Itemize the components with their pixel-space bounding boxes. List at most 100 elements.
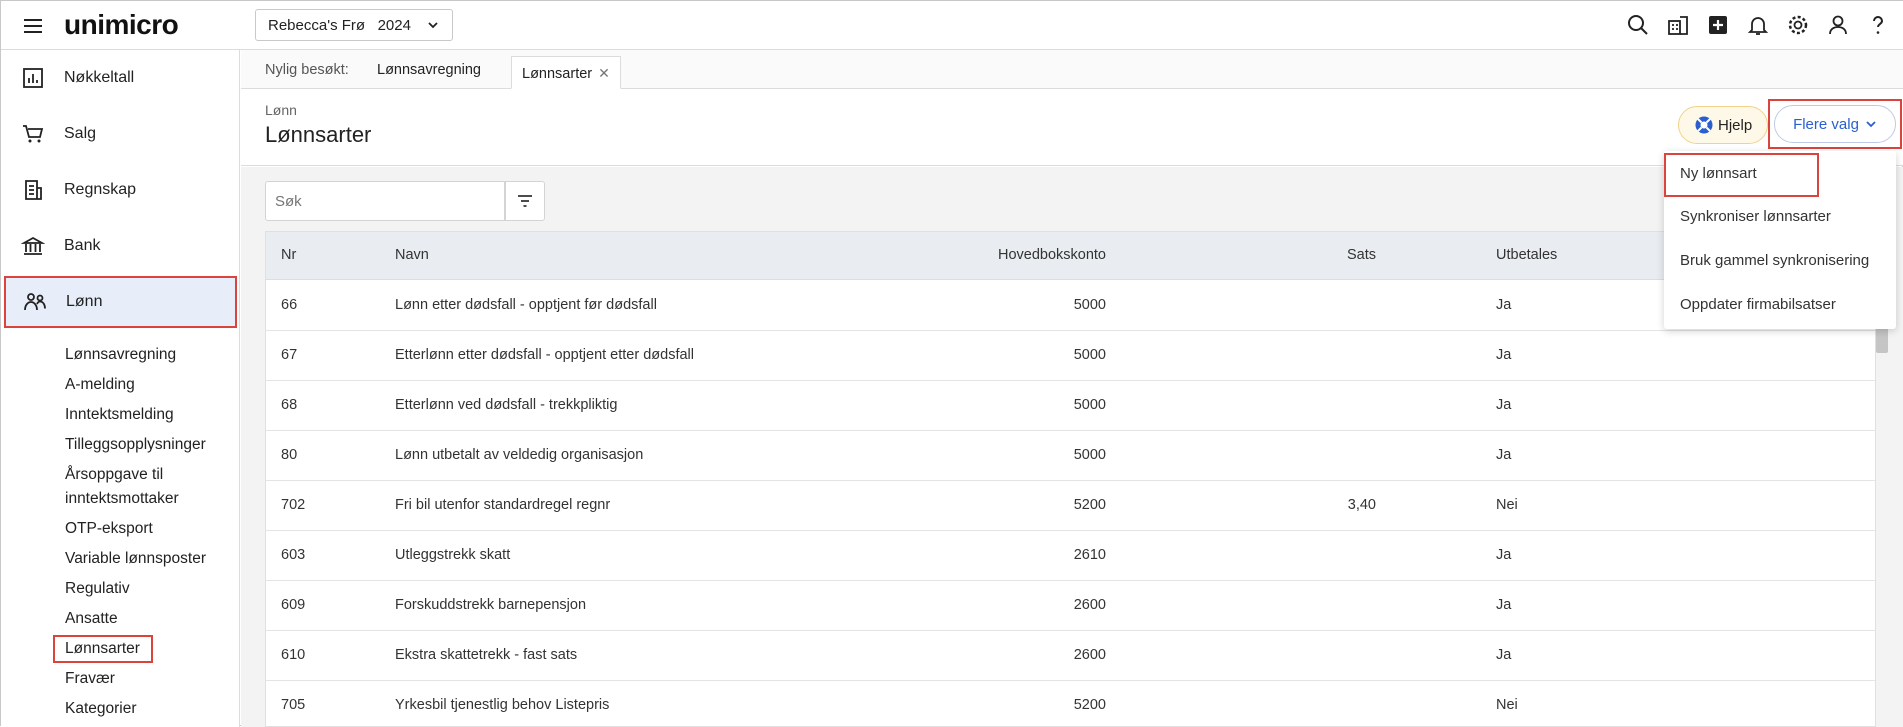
company-selector[interactable]: Rebecca's Frø 2024 [255,9,453,41]
people-icon [23,290,47,314]
menu-item-synkroniser-lonnsarter[interactable]: Synkroniser lønnsarter [1664,196,1896,240]
table-row[interactable]: 68 Etterlønn ved dødsfall - trekkpliktig… [266,381,1875,431]
table-row[interactable]: 66 Lønn etter dødsfall - opptjent før dø… [266,281,1875,331]
cell-nr: 67 [281,347,298,363]
hamburger-menu-icon[interactable] [21,14,45,38]
bell-icon[interactable] [1746,13,1770,37]
sidebar: Nøkkeltall Salg Regnskap Bank Lønn Lønns… [1,50,240,727]
sidebar-subitem-inntektsmelding[interactable]: Inntektsmelding [65,403,174,427]
tab-lonnsarter[interactable]: Lønnsarter ✕ [511,56,621,89]
sidebar-item-lonn[interactable]: Lønn [4,276,237,328]
table-row[interactable]: 705 Yrkesbil tjenestlig behov Listepris … [266,681,1875,726]
help-icon[interactable] [1866,13,1890,37]
sidebar-subitem-regulativ[interactable]: Regulativ [65,577,130,601]
building-icon[interactable] [1666,13,1690,37]
cell-navn: Forskuddstrekk barnepensjon [395,597,587,613]
menu-item-bruk-gammel-synkronisering[interactable]: Bruk gammel synkronisering [1664,240,1896,284]
cell-navn: Utleggstrekk skatt [395,547,511,563]
table-row[interactable]: 609 Forskuddstrekk barnepensjon 2600 Ja [266,581,1875,631]
close-icon[interactable]: ✕ [598,65,610,82]
sidebar-subitem-arsoppgave[interactable]: Årsoppgave til [65,463,163,487]
table-row[interactable]: 80 Lønn utbetalt av veldedig organisasjo… [266,431,1875,481]
sidebar-item-label: Salg [64,125,97,142]
table-row[interactable]: 702 Fri bil utenfor standardregel regnr … [266,481,1875,531]
more-options-button[interactable]: Flere valg [1774,105,1896,143]
cell-konto: 5200 [1073,697,1106,713]
vertical-scrollbar[interactable] [1876,326,1888,353]
cell-navn: Fri bil utenfor standardregel regnr [395,497,611,513]
cell-utbetales: Ja [1496,397,1512,413]
cell-navn: Etterlønn ved dødsfall - trekkpliktig [395,397,618,413]
page-title: Lønnsarter [265,122,372,147]
page-header: Lønn Lønnsarter Hjelp Flere valg [241,89,1903,166]
column-header-hovedbokskonto[interactable]: Hovedbokskonto [836,247,1106,263]
cell-konto: 5000 [1073,397,1106,413]
sidebar-item-nokkeltall[interactable]: Nøkkeltall [1,50,240,106]
chevron-down-icon [1865,118,1877,130]
cell-sats: 3,40 [1347,497,1376,513]
sidebar-subitem-variable-lonnsposter[interactable]: Variable lønnsposter [65,547,206,571]
top-bar: unimicro Rebecca's Frø 2024 [1,1,1903,50]
breadcrumb[interactable]: Lønn [265,102,297,118]
sidebar-item-label: Nøkkeltall [64,69,135,86]
plus-square-icon[interactable] [1706,13,1730,37]
table-row[interactable]: 610 Ekstra skattetrekk - fast sats 2600 … [266,631,1875,681]
app-logo[interactable]: unimicro [64,9,179,41]
cell-navn: Etterlønn etter dødsfall - opptjent ette… [395,347,694,363]
menu-item-ny-lonnsart[interactable]: Ny lønnsart [1664,153,1819,197]
lifebuoy-icon [1694,115,1714,135]
cell-nr: 702 [281,497,306,513]
cell-konto: 2610 [1073,547,1106,563]
recent-label: Nylig besøkt: [265,62,349,78]
sidebar-item-regnskap[interactable]: Regnskap [1,162,240,218]
ledger-icon [21,178,45,202]
cell-nr: 80 [281,447,298,463]
column-header-utbetales[interactable]: Utbetales [1496,247,1557,263]
chevron-down-icon [426,18,440,32]
search-input[interactable] [265,181,505,221]
tab-label: Lønnsarter [522,66,593,82]
sidebar-item-label: Bank [64,237,101,254]
search-icon[interactable] [1626,13,1650,37]
cell-konto: 5000 [1073,347,1106,363]
filter-button[interactable] [505,181,545,221]
tab-lonnsavregning[interactable]: Lønnsavregning [377,62,481,78]
cell-utbetales: Ja [1496,547,1512,563]
sidebar-subitem-tilleggsopplysninger[interactable]: Tilleggsopplysninger [65,433,206,457]
sidebar-subitem-lonnsarter[interactable]: Lønnsarter [53,635,153,663]
sidebar-item-salg[interactable]: Salg [1,106,240,162]
sidebar-subitem-ansatte[interactable]: Ansatte [65,607,118,631]
cell-konto: 5200 [1073,497,1106,513]
more-options-dropdown: Ny lønnsart Synkroniser lønnsarter Bruk … [1664,151,1896,329]
column-header-nr[interactable]: Nr [281,247,296,263]
sidebar-subitem-lonnsavregning[interactable]: Lønnsavregning [65,343,176,367]
sidebar-item-label: Regnskap [64,181,137,198]
table-header: Nr Navn Hovedbokskonto Sats Utbetales [266,232,1875,280]
table-row[interactable]: 67 Etterlønn etter dødsfall - opptjent e… [266,331,1875,381]
cell-nr: 66 [281,297,298,313]
cell-nr: 610 [281,647,306,663]
gear-icon[interactable] [1786,13,1810,37]
table-row[interactable]: 603 Utleggstrekk skatt 2610 Ja [266,531,1875,581]
cell-konto: 5000 [1073,447,1106,463]
sidebar-subitem-a-melding[interactable]: A-melding [65,373,135,397]
help-label: Hjelp [1718,116,1753,134]
sidebar-item-label: Lønn [66,293,103,310]
cell-utbetales: Ja [1496,347,1512,363]
column-header-sats[interactable]: Sats [1166,247,1376,263]
cell-utbetales: Ja [1496,597,1512,613]
help-button[interactable]: Hjelp [1678,106,1768,144]
more-options-label: Flere valg [1793,115,1859,133]
bank-icon [21,234,45,258]
sidebar-subitem-fravaer[interactable]: Fravær [65,667,115,691]
column-header-navn[interactable]: Navn [395,247,429,263]
sidebar-subitem-otp-eksport[interactable]: OTP-eksport [65,517,153,541]
sidebar-item-bank[interactable]: Bank [1,218,240,274]
cell-utbetales: Ja [1496,447,1512,463]
menu-item-oppdater-firmabilsatser[interactable]: Oppdater firmabilsatser [1664,284,1896,328]
cell-nr: 68 [281,397,298,413]
sidebar-subitem-kategorier[interactable]: Kategorier [65,697,137,721]
user-icon[interactable] [1826,13,1850,37]
sidebar-subitem-arsoppgave-line2[interactable]: inntektsmottaker [65,487,179,511]
company-year: 2024 [377,17,411,34]
